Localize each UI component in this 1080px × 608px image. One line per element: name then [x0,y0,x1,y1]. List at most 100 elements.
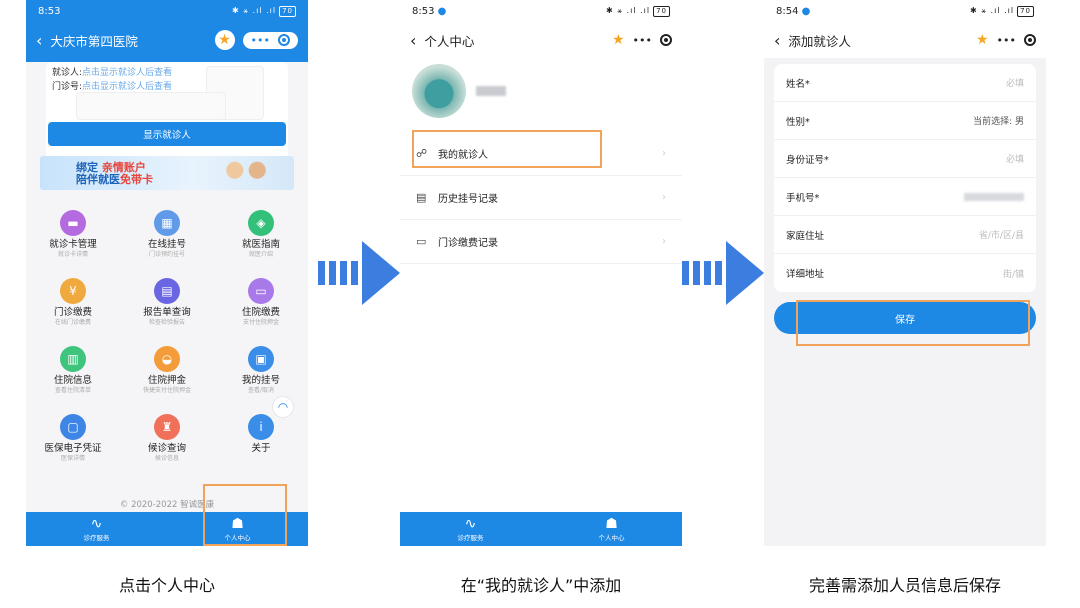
compass-icon: ◈ [248,210,274,236]
service-item[interactable]: ▦ 在线挂号 门诊预约挂号 [120,210,214,264]
back-icon[interactable]: ‹ [774,31,780,50]
service-item[interactable]: ♜ 候诊查询 候诊信息 [120,414,214,468]
arrow-right-icon [682,241,764,305]
form-row[interactable]: 手机号* [774,178,1036,216]
service-label: 就诊卡管理 [49,239,97,250]
status-bar: 8:53 ✱ ⚹ .ıl .ıl 70 [26,0,308,22]
service-item[interactable]: ▬ 就诊卡管理 就诊卡详情 [26,210,120,264]
status-time: 8:54 ● [776,5,811,17]
service-label: 我的挂号 [241,375,280,386]
service-sublabel: 医保详情 [60,455,85,462]
service-item[interactable]: ◈ 就医指南 就医介绍 [214,210,308,264]
service-item[interactable]: i 关于 [214,414,308,468]
service-item[interactable]: ◒ 住院押金 快捷支付住院押金 [120,346,214,400]
family-account-banner[interactable]: 绑定 亲情账户 陪伴就医免带卡 [40,156,294,190]
highlight-my-patients [412,130,602,168]
service-sublabel: 检查检验报告 [148,319,185,326]
form-row[interactable]: 姓名* 必填 [774,64,1036,102]
service-item[interactable]: ¥ 门诊缴费 在线门诊缴费 [26,278,120,332]
tab-service[interactable]: ∿ 诊疗服务 [400,512,541,546]
field-value[interactable]: 必填 [1006,76,1024,89]
service-item[interactable]: ▤ 报告单查询 检查检验报告 [120,278,214,332]
star-icon[interactable]: ★ [612,32,625,48]
more-icon[interactable]: ••• [633,34,652,47]
service-item[interactable]: ▭ 住院缴费 支付住院押金 [214,278,308,332]
person-icon: ☗ [605,516,618,532]
status-icons: ✱ ⚹ .ıl .ıl 70 [970,5,1034,17]
highlight-save [796,300,1030,346]
status-time: 8:53 ● [412,5,447,17]
form-row[interactable]: 家庭住址 省/市/区/县 [774,216,1036,254]
menu-item[interactable]: ▤ 历史挂号记录 › [400,176,682,220]
form-row[interactable]: 详细地址 街/镇 [774,254,1036,292]
service-sublabel: 查看住院清单 [54,387,91,394]
mini-program-capsule: ★ ••• [214,30,298,50]
field-value[interactable]: 街/镇 [1003,267,1024,280]
service-sublabel: 支付住院押金 [242,319,279,326]
close-circle-icon[interactable] [278,34,290,46]
insurance-icon: ▢ [60,414,86,440]
avatar[interactable] [412,64,466,118]
service-label: 关于 [251,443,271,454]
back-icon[interactable]: ‹ [410,31,416,50]
menu-item[interactable]: ▭ 门诊缴费记录 › [400,220,682,264]
service-item[interactable]: ▣ 我的挂号 查看/取消 [214,346,308,400]
caption-step-1: 点击个人中心 [118,576,215,595]
service-item[interactable]: ▢ 医保电子凭证 医保详情 [26,414,120,468]
more-icon[interactable]: ••• [997,34,1016,47]
service-grid: ▬ 就诊卡管理 就诊卡详情 ▦ 在线挂号 门诊预约挂号 ◈ 就医指南 就医介绍 ¥ 门诊缴费 在线门诊… [26,210,308,468]
banner-illustration [218,159,274,187]
bed-icon: ▭ [248,278,274,304]
service-sublabel: 查看/取消 [247,387,275,394]
tab-bar: ∿ 诊疗服务 ☗ 个人中心 [400,512,682,546]
close-circle-icon[interactable] [660,34,672,46]
tab-personal[interactable]: ☗ 个人中心 [541,512,682,546]
service-label: 就医指南 [241,239,280,250]
form-row[interactable]: 身份证号* 必填 [774,140,1036,178]
chevron-right-icon: › [662,192,666,203]
service-sublabel: 门诊预约挂号 [148,251,185,258]
form-row[interactable]: 性别* 当前选择: 男 [774,102,1036,140]
service-label: 医保电子凭证 [44,443,102,454]
tab-service[interactable]: ∿ 诊疗服务 [26,512,167,546]
more-icon[interactable]: ••• [251,34,270,47]
page-title: 添加就诊人 [788,33,851,49]
field-value[interactable]: 必填 [1006,152,1024,165]
status-icons: ✱ ⚹ .ıl .ıl 70 [232,5,296,17]
payment-icon: ¥ [60,278,86,304]
nickname-blurred [476,86,506,96]
stethoscope-icon: ∿ [464,516,477,532]
star-icon[interactable]: ★ [214,30,235,50]
star-icon[interactable]: ★ [976,32,989,48]
title-bar: ‹ 大庆市第四医院 ★ ••• [26,22,308,58]
queue-icon: ♜ [154,414,180,440]
service-label: 报告单查询 [143,307,191,318]
capsule-menu: ••• [242,31,298,49]
status-bar: 8:53 ● ✱ ⚹ .ıl .ıl 70 [400,0,682,22]
headset-icon[interactable]: ◠ [272,396,294,418]
service-sublabel: 快捷支付住院押金 [142,387,191,394]
caption-step-2: 在“我的就诊人”中添加 [460,576,622,595]
battery-icon: 70 [279,5,296,17]
service-label: 门诊缴费 [53,307,92,318]
back-icon[interactable]: ‹ [36,31,42,50]
show-patient-button[interactable]: 显示就诊人 [48,122,286,146]
status-bar: 8:54 ● ✱ ⚹ .ıl .ıl 70 [764,0,1046,22]
card-icon: ▬ [60,210,86,236]
mini-program-capsule: ★ ••• [976,32,1036,48]
service-label: 住院缴费 [241,307,280,318]
header: 8:53 ✱ ⚹ .ıl .ıl 70 ‹ 大庆市第四医院 ★ ••• [26,0,308,58]
service-item[interactable]: ▥ 住院信息 查看住院清单 [26,346,120,400]
caption-step-3: 完善需添加人员信息后保存 [808,576,1001,595]
battery-icon: 70 [1017,5,1034,17]
service-sublabel: 候诊信息 [154,455,179,462]
field-label: 手机号* [786,192,820,204]
field-value[interactable]: 当前选择: 男 [973,114,1024,127]
report-icon: ▤ [154,278,180,304]
field-value-blurred[interactable] [964,192,1024,201]
close-circle-icon[interactable] [1024,34,1036,46]
chevron-right-icon: › [662,236,666,247]
field-value[interactable]: 省/市/区/县 [979,228,1024,241]
service-label: 住院押金 [147,375,186,386]
page-title: 个人中心 [424,33,475,49]
